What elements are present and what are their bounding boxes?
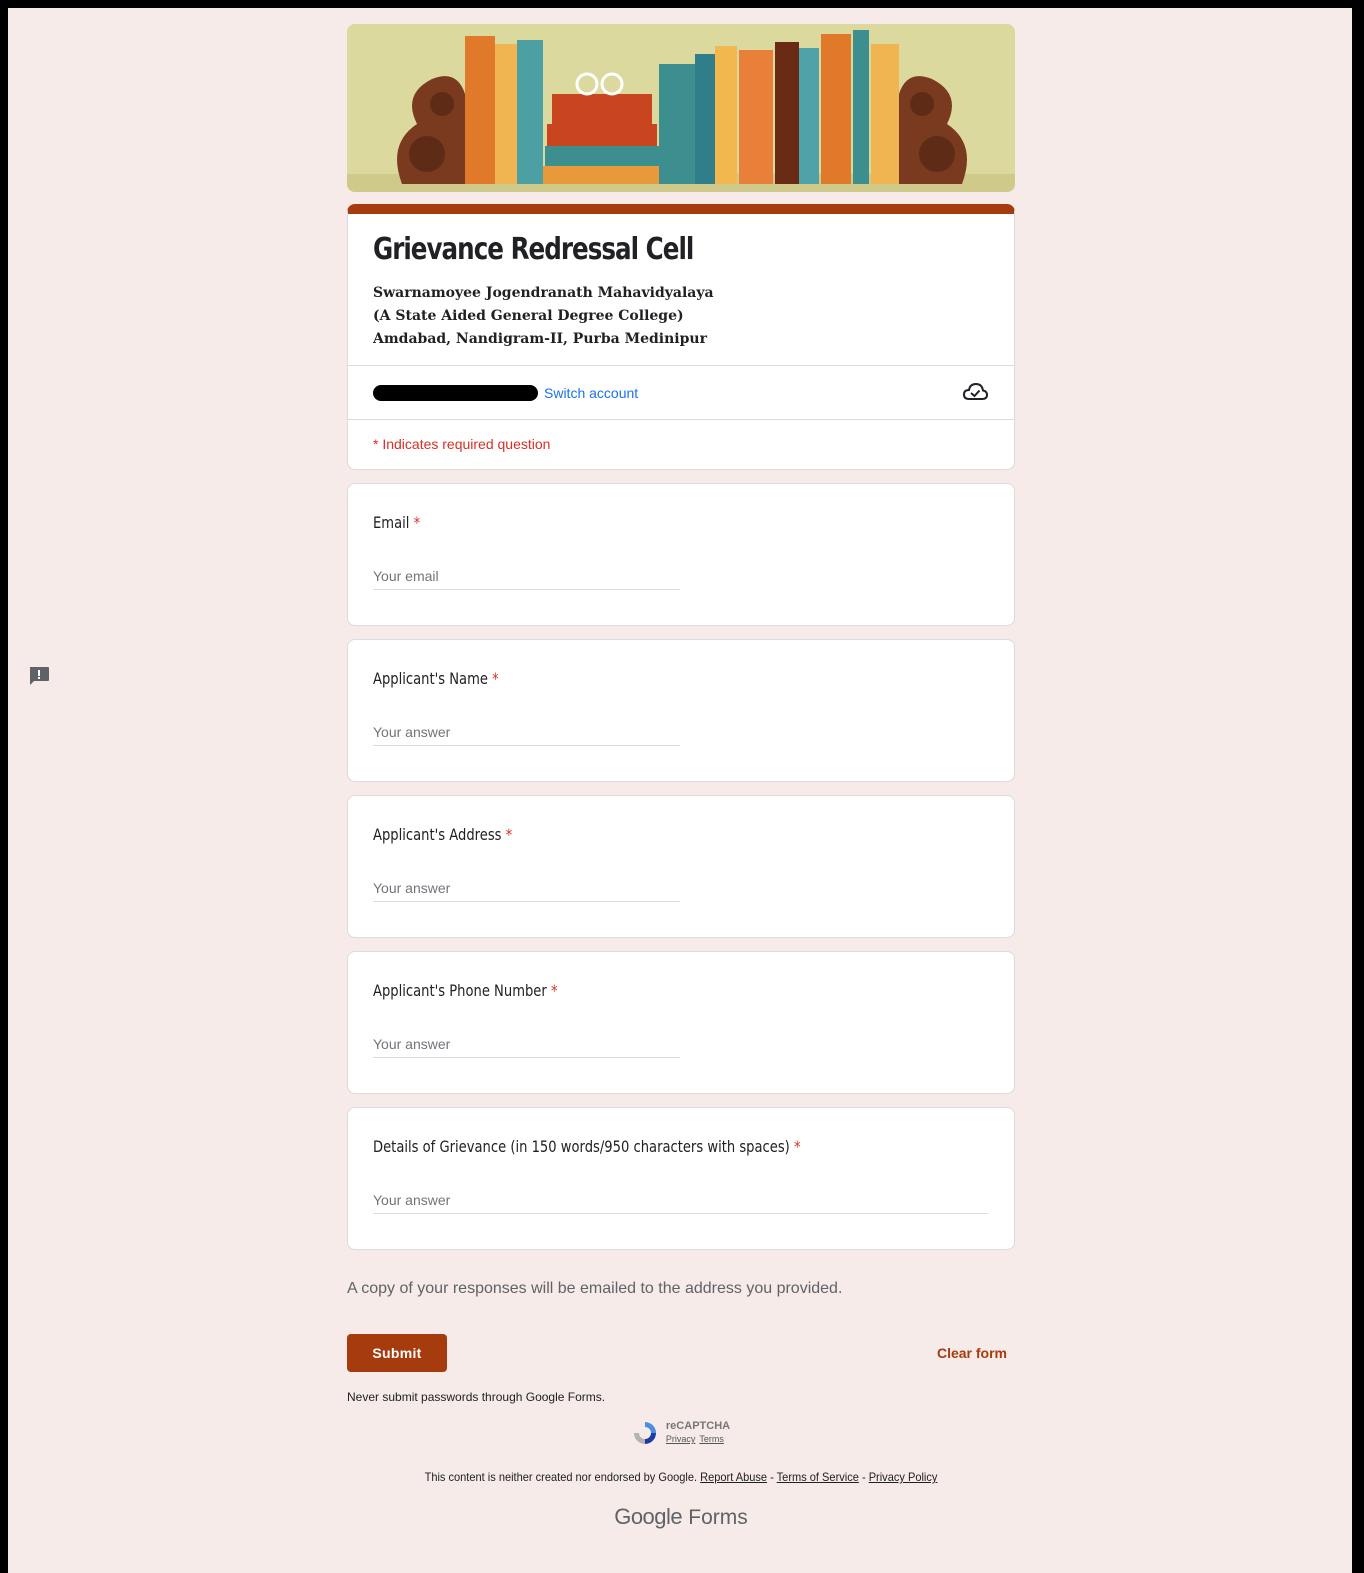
recaptcha-privacy-link[interactable]: Privacy [666,1434,696,1444]
required-asterisk: * [793,1137,801,1156]
applicant-address-input[interactable]: Your answer [373,880,680,902]
required-asterisk: * [505,825,513,844]
question-applicant-address: Applicant's Address * Your answer [347,795,1015,938]
required-asterisk: * [413,513,421,532]
form-description: Swarnamoyee Jogendranath Mahavidyalaya (… [373,282,989,351]
separator: - [767,1470,777,1484]
page-frame: Grievance Redressal Cell Swarnamoyee Jog… [8,8,1352,1573]
required-asterisk: * [492,669,499,688]
question-label: Applicant's Name * [373,669,499,688]
email-input[interactable]: Your email [373,568,680,590]
form-actions: Submit Clear form [347,1334,1015,1372]
applicant-name-input[interactable]: Your answer [373,724,680,746]
required-asterisk: * [550,981,558,1000]
form-column: Grievance Redressal Cell Swarnamoyee Jog… [347,24,1015,1530]
google-forms-logo[interactable]: Google Forms [347,1504,1015,1530]
footer-disclaimer: This content is neither created nor endo… [374,1470,989,1484]
recaptcha-badge: reCAPTCHA Privacy Terms [347,1420,1015,1446]
recaptcha-terms-link[interactable]: Terms [699,1434,724,1444]
switch-account-link[interactable]: Switch account [544,385,638,401]
clear-form-button[interactable]: Clear form [937,1345,1007,1361]
copy-responses-note: A copy of your responses will be emailed… [347,1280,843,1297]
cloud-check-icon [962,382,988,400]
report-abuse-link[interactable]: Report Abuse [700,1470,767,1484]
description-line-2: (A State Aided General Degree College) [373,308,684,324]
form-title: Grievance Redressal Cell [373,232,694,267]
google-wordmark: Google [614,1504,683,1529]
description-line-3: Amdabad, Nandigram-II, Purba Medinipur [373,331,707,347]
recaptcha-logo-icon [633,1422,656,1444]
question-applicant-name: Applicant's Name * Your answer [347,639,1015,782]
submit-button[interactable]: Submit [347,1334,447,1372]
question-email: Email * Your email [347,483,1015,626]
header-banner-image [347,24,1015,192]
question-applicant-phone: Applicant's Phone Number * Your answer [347,951,1015,1094]
redacted-account-email [373,384,538,401]
required-note: * Indicates required question [348,419,1014,469]
password-warning: Never submit passwords through Google Fo… [347,1390,606,1404]
recaptcha-name: reCAPTCHA [665,1420,731,1432]
question-label: Applicant's Address * [373,825,513,844]
grievance-details-textarea[interactable]: Your answer [373,1192,988,1214]
disclaimer-text: This content is neither created nor endo… [424,1470,698,1484]
forms-wordmark: Forms [688,1506,748,1529]
account-row: Switch account [348,365,1014,419]
question-grievance-details: Details of Grievance (in 150 words/950 c… [347,1107,1015,1250]
privacy-policy-link[interactable]: Privacy Policy [869,1470,938,1484]
form-header-card: Grievance Redressal Cell Swarnamoyee Jog… [347,204,1015,470]
question-label: Applicant's Phone Number * [373,981,558,1000]
terms-of-service-link[interactable]: Terms of Service [777,1470,859,1484]
feedback-icon[interactable] [28,666,50,686]
question-label: Email * [373,513,421,532]
description-line-1: Swarnamoyee Jogendranath Mahavidyalaya [373,285,714,301]
question-label: Details of Grievance (in 150 words/950 c… [373,1137,801,1156]
applicant-phone-input[interactable]: Your answer [373,1036,680,1058]
separator: - [858,1470,869,1484]
bookshelf-illustration [347,24,1015,192]
